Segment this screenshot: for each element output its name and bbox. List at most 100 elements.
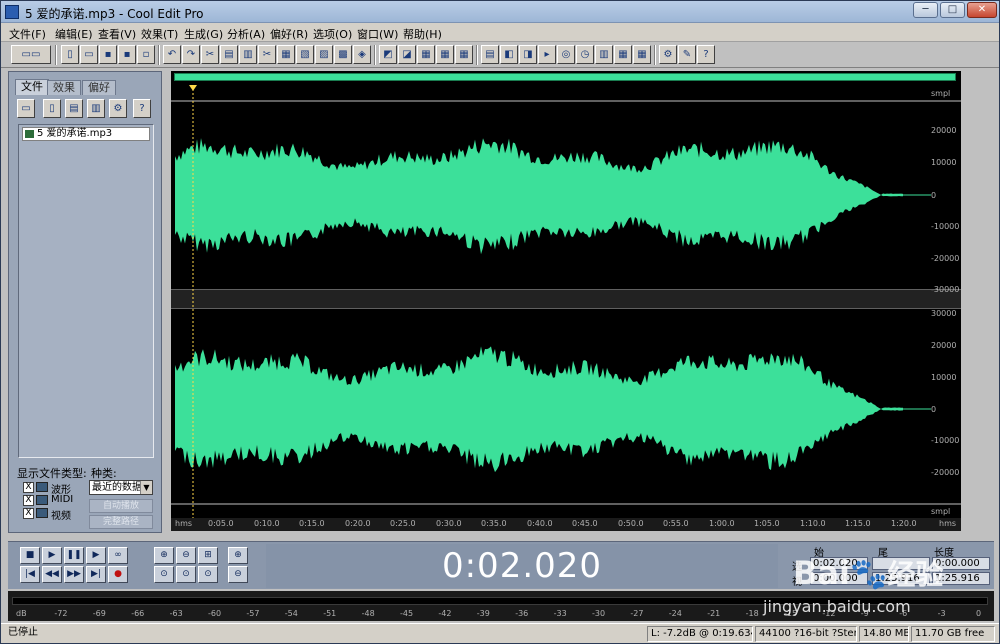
info-icon[interactable]: ▸ (538, 45, 556, 64)
menu-effects[interactable]: 效果(T) (141, 26, 178, 42)
fast-forward-button[interactable]: ▶▶ (64, 566, 84, 583)
video-type-checkbox[interactable]: X (23, 508, 34, 519)
snap-icon[interactable]: ▦ (417, 45, 435, 64)
menu-help[interactable]: 帮助(H) (403, 26, 442, 42)
menu-options[interactable]: 选项(O) (313, 26, 352, 42)
play-button[interactable]: ▶ (42, 547, 62, 564)
meter-icon[interactable]: ▦ (614, 45, 632, 64)
kind-select[interactable]: 最近的数据 ▼ (89, 480, 153, 495)
paste-new-icon[interactable]: ▧ (296, 45, 314, 64)
level-tick: -3 (937, 609, 946, 618)
save-all-icon[interactable]: ▪ (118, 45, 136, 64)
rewind-button[interactable]: ◀◀ (42, 566, 62, 583)
midi-type-checkbox[interactable]: X (23, 495, 34, 506)
zoom-full-icon[interactable]: ⊞ (198, 547, 218, 564)
chevron-down-icon[interactable]: ▼ (140, 481, 152, 494)
wave-file-icon (25, 130, 34, 138)
zoom-in-vertical-icon[interactable]: ⊕ (228, 547, 248, 564)
menu-favorites[interactable]: 偏好(R) (270, 26, 308, 42)
menu-window[interactable]: 窗口(W) (357, 26, 398, 42)
scripts-icon[interactable]: ▦ (633, 45, 651, 64)
close-all-icon[interactable]: ▥ (87, 99, 105, 118)
paste-icon[interactable]: ▦ (277, 45, 295, 64)
view-range-icon[interactable]: ◪ (398, 45, 416, 64)
full-path-button[interactable]: 完整路径 (89, 515, 153, 529)
level-tick: -60 (208, 609, 222, 618)
copy-new-icon[interactable]: ▥ (239, 45, 257, 64)
time-tick: hms (939, 519, 957, 528)
view-mode-icon[interactable]: ◩ (379, 45, 397, 64)
mixer-icon[interactable]: ▥ (595, 45, 613, 64)
maximize-button[interactable]: □ (940, 2, 965, 18)
scissors-icon[interactable]: ✂ (201, 45, 219, 64)
file-list-item[interactable]: 5 爱的承诺.mp3 (22, 127, 150, 141)
import-icon[interactable]: ▯ (43, 99, 61, 118)
menu-analyze[interactable]: 分析(A) (227, 26, 265, 42)
stop-button[interactable]: ■ (20, 547, 40, 564)
tab-effects[interactable]: 效果 (47, 80, 81, 95)
menu-generate[interactable]: 生成(G) (184, 26, 223, 42)
redo-icon[interactable]: ↷ (182, 45, 200, 64)
auto-play-button[interactable]: 自动播放 (89, 499, 153, 513)
new-file-icon[interactable]: ▯ (61, 45, 79, 64)
time-tick: 0:05.0 (208, 519, 234, 528)
cut-icon[interactable]: ✂ (258, 45, 276, 64)
cue-list-icon[interactable]: ◧ (500, 45, 518, 64)
help-icon[interactable]: ? (697, 45, 715, 64)
time-icon[interactable]: ◷ (576, 45, 594, 64)
zoom-icon[interactable]: ◎ (557, 45, 575, 64)
zoom-in-icon[interactable]: ⊕ (154, 547, 174, 564)
time-ruler[interactable]: hms 0:05.0 0:10.0 0:15.0 0:20.0 0:25.0 0… (171, 518, 961, 531)
grid-icon[interactable]: ▦ (436, 45, 454, 64)
level-tick: dB (16, 609, 27, 618)
multitrack-toggle-button[interactable]: ▭▭ (11, 45, 51, 64)
record-button[interactable]: ● (108, 566, 128, 583)
go-to-start-button[interactable]: |◀ (20, 566, 40, 583)
status-level: L: -7.2dB @ 0:19.634 (647, 626, 753, 642)
close-button[interactable]: ✕ (967, 2, 997, 18)
notes-icon[interactable]: ✎ (678, 45, 696, 64)
waveform-display[interactable]: smpl 20000 10000 0 -10000 -20000 -30000 … (171, 71, 961, 531)
menu-edit[interactable]: 编辑(E) (55, 26, 93, 42)
y-tick: 10000 (931, 373, 957, 382)
close-file-icon[interactable]: ▤ (65, 99, 83, 118)
go-to-end-button[interactable]: ▶| (86, 566, 106, 583)
help-icon[interactable]: ? (133, 99, 151, 118)
midi-type-label: MIDI (51, 494, 74, 505)
edit-file-icon[interactable]: ⚙ (109, 99, 127, 118)
menu-file[interactable]: 文件(F) (9, 26, 46, 42)
save-icon[interactable]: ▪ (99, 45, 117, 64)
menu-bar: 文件(F) 编辑(E) 查看(V) 效果(T) 生成(G) 分析(A) 偏好(R… (1, 23, 999, 42)
play-list-icon[interactable]: ◨ (519, 45, 537, 64)
minimize-button[interactable]: ─ (913, 2, 938, 18)
tab-favorites[interactable]: 偏好 (82, 80, 116, 95)
loop-button[interactable]: ∞ (108, 547, 128, 564)
pause-button[interactable]: ❚❚ (64, 547, 84, 564)
undo-icon[interactable]: ↶ (163, 45, 181, 64)
time-tick: 0:40.0 (527, 519, 553, 528)
zoom-out-vertical-icon[interactable]: ⊖ (228, 566, 248, 583)
tab-files[interactable]: 文件 (15, 79, 49, 95)
crop-icon[interactable]: ▩ (334, 45, 352, 64)
wave-type-checkbox[interactable]: X (23, 482, 34, 493)
properties-icon[interactable]: ⚙ (659, 45, 677, 64)
spectral-icon[interactable]: ▤ (481, 45, 499, 64)
play-to-end-button[interactable]: ▶ (86, 547, 106, 564)
time-tick: 1:20.0 (891, 519, 917, 528)
menu-view[interactable]: 查看(V) (98, 26, 136, 42)
close-file-icon[interactable]: ▫ (137, 45, 155, 64)
zoom-right-icon[interactable]: ⊙ (198, 566, 218, 583)
playhead-marker (189, 85, 197, 91)
waveform-canvas[interactable] (171, 71, 961, 518)
open-folder-icon[interactable]: ▭ (17, 99, 35, 118)
level-icon[interactable]: ▦ (455, 45, 473, 64)
open-file-icon[interactable]: ▭ (80, 45, 98, 64)
time-tick: 0:30.0 (436, 519, 462, 528)
mix-paste-icon[interactable]: ▨ (315, 45, 333, 64)
trim-icon[interactable]: ◈ (353, 45, 371, 64)
zoom-selection-icon[interactable]: ⊙ (154, 566, 174, 583)
level-tick: -54 (284, 609, 298, 618)
zoom-left-icon[interactable]: ⊙ (176, 566, 196, 583)
zoom-out-icon[interactable]: ⊖ (176, 547, 196, 564)
copy-icon[interactable]: ▤ (220, 45, 238, 64)
